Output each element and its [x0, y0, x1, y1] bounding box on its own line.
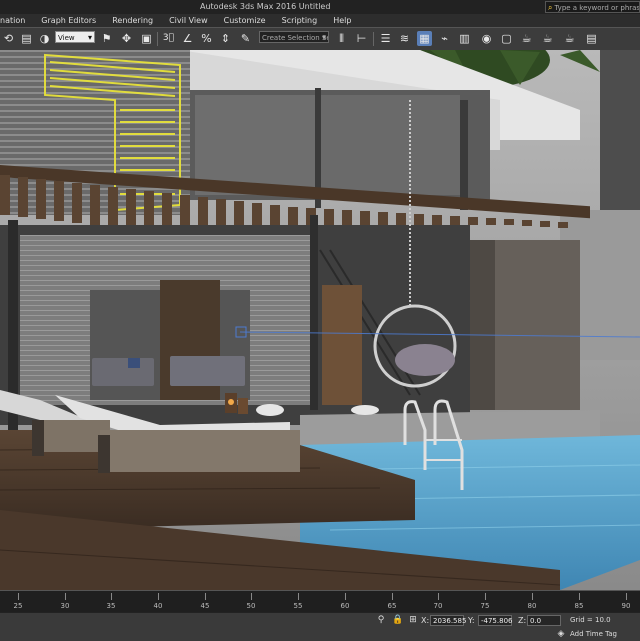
- timeline-label: 65: [387, 602, 397, 610]
- view-dropdown[interactable]: View: [55, 31, 95, 43]
- select-link-icon[interactable]: ▤: [19, 31, 34, 46]
- timeline-label: 35: [106, 602, 116, 610]
- schematic-view-icon[interactable]: ⌁: [437, 31, 452, 46]
- search-input[interactable]: ⌕ Type a keyword or phrase: [545, 1, 640, 13]
- selection-set-dropdown[interactable]: Create Selection Se: [259, 31, 329, 43]
- menu-help[interactable]: Help: [325, 16, 359, 25]
- menu-rendering[interactable]: Rendering: [104, 16, 161, 25]
- pin-icon[interactable]: ⚲: [376, 615, 386, 625]
- ribbon-icon[interactable]: ≋: [397, 31, 412, 46]
- mirror-icon[interactable]: ⫴: [334, 31, 349, 46]
- scale-icon[interactable]: ▣: [139, 31, 154, 46]
- search-placeholder: Type a keyword or phrase: [554, 4, 640, 12]
- timeline-tick: [251, 593, 252, 600]
- x-coordinate-field[interactable]: 2036.585: [430, 615, 466, 626]
- timeline-tick: [18, 593, 19, 600]
- timeline-label: 80: [527, 602, 537, 610]
- menu-bar: nation Graph Editors Rendering Civil Vie…: [0, 14, 640, 27]
- menu-animation[interactable]: nation: [0, 16, 33, 25]
- bind-spacewarp-icon[interactable]: ◑: [37, 31, 52, 46]
- render-setup-icon[interactable]: ◉: [479, 31, 494, 46]
- snap-3-icon[interactable]: 3⃣: [161, 31, 176, 46]
- timeline-label: 55: [293, 602, 303, 610]
- timeline-label: 30: [60, 602, 70, 610]
- toolbar-separator: [373, 32, 374, 46]
- timeline-tick: [65, 593, 66, 600]
- timeline-tick: [392, 593, 393, 600]
- timeline-tick: [485, 593, 486, 600]
- edit-named-selection-icon[interactable]: ✎: [238, 31, 253, 46]
- perspective-viewport[interactable]: [0, 50, 640, 590]
- timeline-tick: [579, 593, 580, 600]
- align-icon[interactable]: ⊢: [354, 31, 369, 46]
- timeline-label: 85: [574, 602, 584, 610]
- timeline-tick: [111, 593, 112, 600]
- menu-graph-editors[interactable]: Graph Editors: [33, 16, 104, 25]
- absolute-mode-icon[interactable]: ⊞: [408, 615, 418, 625]
- curve-editor-icon[interactable]: ▦: [417, 31, 432, 46]
- timeline-label: 70: [433, 602, 443, 610]
- status-bar: ⚲ 🔒 ⊞ X: 2036.585 Y: -475.806 Z: 0.0 Gri…: [0, 612, 640, 641]
- z-label: Z:: [518, 616, 527, 625]
- add-time-tag[interactable]: Add Time Tag: [570, 630, 617, 638]
- render-iterative-icon[interactable]: ☕: [540, 31, 555, 46]
- material-editor-icon[interactable]: ▥: [457, 31, 472, 46]
- timeline-tick: [532, 593, 533, 600]
- z-coordinate-field[interactable]: 0.0: [527, 615, 561, 626]
- timeline-tick: [626, 593, 627, 600]
- menu-customize[interactable]: Customize: [216, 16, 274, 25]
- time-slider[interactable]: 25 30 35 40 45 50 55 60 65 70 75 80 85 9…: [0, 590, 640, 613]
- main-toolbar: ⟲ ▤ ◑ View ⚑ ✥ ▣ 3⃣ ∠ % ⇕ ✎ Create Selec…: [0, 27, 640, 51]
- timeline-tick: [158, 593, 159, 600]
- angle-snap-icon[interactable]: ∠: [180, 31, 195, 46]
- timeline-label: 60: [340, 602, 350, 610]
- timeline-label: 25: [13, 602, 23, 610]
- layer-manager-icon[interactable]: ☰: [378, 31, 393, 46]
- timeline-tick: [298, 593, 299, 600]
- toolbar-separator: [157, 32, 158, 46]
- percent-snap-icon[interactable]: %: [199, 31, 214, 46]
- y-coordinate-field[interactable]: -475.806: [478, 615, 512, 626]
- timeline-tick: [345, 593, 346, 600]
- move-icon[interactable]: ✥: [119, 31, 134, 46]
- timeline-label: 50: [246, 602, 256, 610]
- timeline-label: 90: [621, 602, 631, 610]
- render-icon[interactable]: ☕: [519, 31, 534, 46]
- timeline-tick: [438, 593, 439, 600]
- timeline-tick: [205, 593, 206, 600]
- time-tag-icon[interactable]: ◈: [556, 629, 566, 639]
- select-filter-icon[interactable]: ⚑: [99, 31, 114, 46]
- menu-civil-view[interactable]: Civil View: [161, 16, 216, 25]
- search-icon: ⌕: [548, 3, 553, 12]
- lock-icon[interactable]: 🔒: [392, 615, 403, 625]
- window-title: Autodesk 3ds Max 2016 Untitled: [200, 2, 331, 11]
- toolbar-overflow-icon[interactable]: ▤: [584, 31, 599, 46]
- timeline-label: 45: [200, 602, 210, 610]
- y-label: Y:: [468, 616, 475, 625]
- scene-render: [0, 50, 640, 590]
- timeline-label: 40: [153, 602, 163, 610]
- timeline-label: 75: [480, 602, 490, 610]
- undo-icon[interactable]: ⟲: [1, 31, 16, 46]
- menu-scripting[interactable]: Scripting: [274, 16, 326, 25]
- grid-size: Grid = 10.0: [570, 616, 611, 624]
- rendered-frame-icon[interactable]: ▢: [499, 31, 514, 46]
- title-bar: Autodesk 3ds Max 2016 Untitled ⌕ Type a k…: [0, 0, 640, 14]
- activeshade-icon[interactable]: ☕: [562, 31, 577, 46]
- x-label: X:: [421, 616, 430, 625]
- spinner-snap-icon[interactable]: ⇕: [218, 31, 233, 46]
